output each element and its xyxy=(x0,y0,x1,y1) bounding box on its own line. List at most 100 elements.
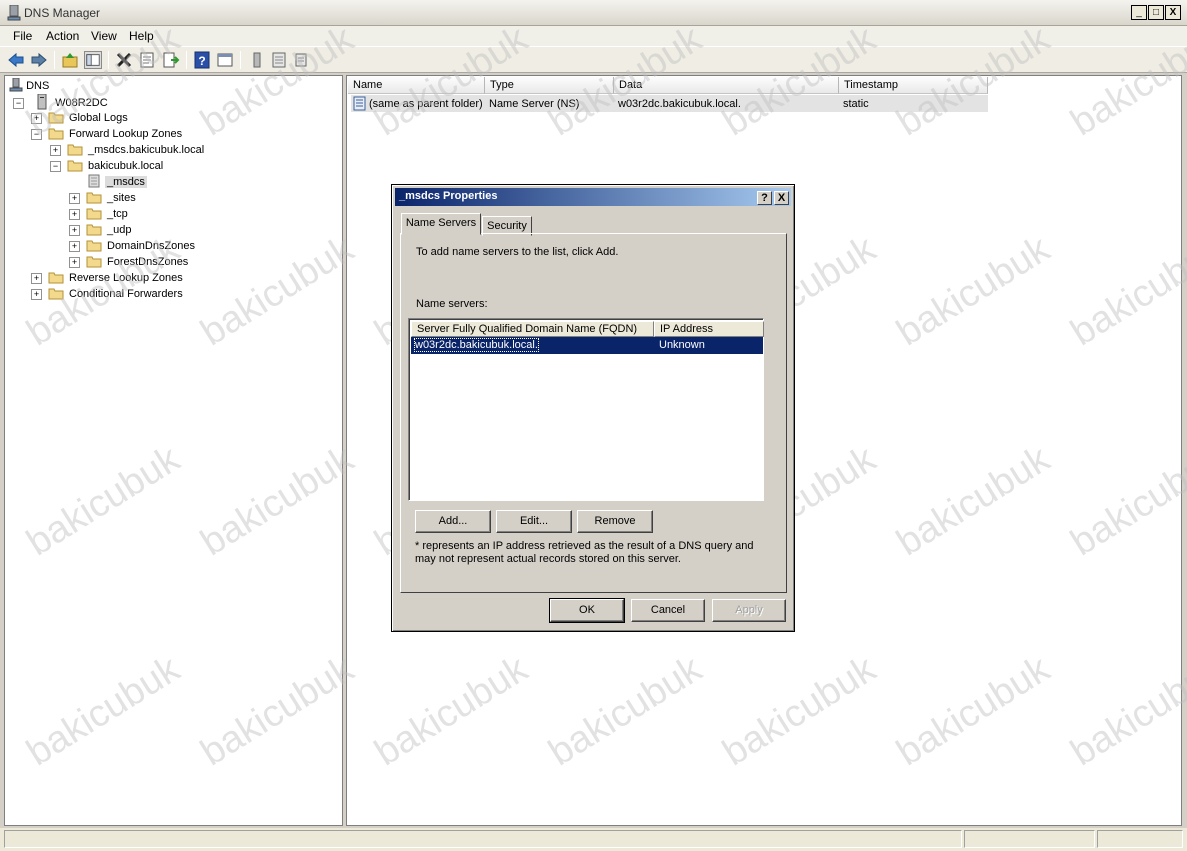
tree-item[interactable]: + _udp xyxy=(69,222,133,238)
up-folder-icon[interactable] xyxy=(61,51,79,69)
tree-item[interactable]: + Global Logs xyxy=(31,110,130,126)
col-timestamp[interactable]: Timestamp xyxy=(839,77,988,94)
folder-icon xyxy=(67,144,83,156)
tree-item[interactable]: + Reverse Lookup Zones xyxy=(31,270,185,286)
record-icon xyxy=(353,96,366,111)
menu-view[interactable]: View xyxy=(91,29,117,43)
dialog-title: _msdcs Properties xyxy=(399,190,498,202)
toolbar-separator xyxy=(240,51,241,69)
expand-icon[interactable]: + xyxy=(69,241,80,252)
expand-icon[interactable]: + xyxy=(69,257,80,268)
col-name[interactable]: Name xyxy=(348,77,485,94)
minimize-button[interactable]: _ xyxy=(1131,5,1147,20)
expand-icon[interactable]: + xyxy=(69,193,80,204)
dialog-close-button[interactable]: X xyxy=(774,191,789,205)
col-data[interactable]: Data xyxy=(614,77,839,94)
name-servers-list[interactable]: Server Fully Qualified Domain Name (FQDN… xyxy=(408,318,764,501)
tree-item-label: Global Logs xyxy=(69,112,128,124)
delete-icon[interactable] xyxy=(115,51,133,69)
tree-server-label: W08R2DC xyxy=(55,97,108,109)
collapse-icon[interactable]: − xyxy=(31,129,42,140)
folder-icon xyxy=(86,240,102,252)
folder-icon xyxy=(86,208,102,220)
name-servers-label: Name servers: xyxy=(416,298,488,310)
properties-dialog[interactable]: _msdcs Properties ? X Name Servers Secur… xyxy=(391,184,795,632)
remove-button[interactable]: Remove xyxy=(577,510,653,533)
cell-data: w03r2dc.bakicubuk.local. xyxy=(618,98,741,110)
folder-icon xyxy=(86,192,102,204)
apply-button[interactable]: Apply xyxy=(712,599,786,622)
close-button[interactable]: X xyxy=(1165,5,1181,20)
collapse-icon[interactable]: − xyxy=(13,98,24,109)
table-row[interactable]: w03r2dc.bakicubuk.local. Unknown xyxy=(411,337,763,354)
maximize-button[interactable]: □ xyxy=(1148,5,1164,20)
tree-root[interactable]: DNS xyxy=(9,77,49,94)
expand-icon[interactable]: + xyxy=(69,225,80,236)
cell-name: (same as parent folder) xyxy=(369,98,483,110)
tree-item[interactable]: + Conditional Forwarders xyxy=(31,286,185,302)
menu-help[interactable]: Help xyxy=(129,29,154,43)
add-button[interactable]: Add... xyxy=(415,510,491,533)
folder-icon xyxy=(86,224,102,236)
tree-item-label: Reverse Lookup Zones xyxy=(69,272,183,284)
tree-item-label: _udp xyxy=(107,224,132,236)
properties-icon[interactable] xyxy=(138,51,156,69)
tree-item-label: Forward Lookup Zones xyxy=(69,128,183,140)
tree-item[interactable]: + _tcp xyxy=(69,206,130,222)
tree-item-label: _tcp xyxy=(107,208,128,220)
expand-icon[interactable]: + xyxy=(31,289,42,300)
menu-file[interactable]: File xyxy=(13,29,32,43)
server-icon xyxy=(37,93,47,110)
tree-item-label: DomainDnsZones xyxy=(107,240,196,252)
zone-icon[interactable] xyxy=(270,51,288,69)
ok-button[interactable]: OK xyxy=(549,598,625,623)
menu-action[interactable]: Action xyxy=(46,29,79,43)
toolbar-separator xyxy=(186,51,187,69)
tree-item-label: _msdcs xyxy=(105,176,147,188)
folder-icon xyxy=(48,112,64,124)
folder-icon xyxy=(48,272,64,284)
export-list-icon[interactable] xyxy=(162,51,180,69)
edit-button[interactable]: Edit... xyxy=(496,510,572,533)
tree-item[interactable]: + DomainDnsZones xyxy=(69,238,197,254)
tree-item[interactable]: _msdcs xyxy=(69,174,147,190)
help-icon[interactable]: ? xyxy=(193,51,211,69)
expand-icon[interactable]: + xyxy=(31,273,42,284)
cell-type: Name Server (NS) xyxy=(489,98,580,110)
show-hide-tree-icon[interactable] xyxy=(84,51,102,69)
col-type[interactable]: Type xyxy=(485,77,614,94)
col-fqdn[interactable]: Server Fully Qualified Domain Name (FQDN… xyxy=(411,321,654,337)
dns-app-icon xyxy=(7,5,21,21)
tree-item[interactable]: + ForestDnsZones xyxy=(69,254,190,270)
status-pane-3 xyxy=(1097,830,1183,848)
cell-ip: Unknown xyxy=(659,339,705,351)
tree-item[interactable]: − bakicubuk.local xyxy=(50,158,165,174)
console-tree[interactable]: DNS − W08R2DC + Global Logs − Forward Looku… xyxy=(4,75,343,826)
tab-name-servers[interactable]: Name Servers xyxy=(401,213,481,235)
dialog-help-button[interactable]: ? xyxy=(757,191,772,205)
status-bar xyxy=(0,828,1187,851)
tree-item[interactable]: − Forward Lookup Zones xyxy=(31,126,184,142)
forward-arrow-icon[interactable] xyxy=(30,51,48,69)
toolbar-separator xyxy=(108,51,109,69)
svg-text:?: ? xyxy=(198,54,205,68)
expand-icon[interactable]: + xyxy=(50,145,61,156)
status-pane-2 xyxy=(964,830,1095,848)
cancel-button[interactable]: Cancel xyxy=(631,599,705,622)
title-bar: DNS Manager _ □ X xyxy=(0,0,1187,26)
record-icon[interactable] xyxy=(292,51,310,69)
console-icon[interactable] xyxy=(216,51,234,69)
dialog-title-bar[interactable]: _msdcs Properties ? X xyxy=(395,188,791,206)
back-arrow-icon[interactable] xyxy=(7,51,25,69)
server-icon[interactable] xyxy=(248,51,266,69)
col-ip-address[interactable]: IP Address xyxy=(654,321,764,337)
cell-timestamp: static xyxy=(843,98,869,110)
tree-item[interactable]: + _msdcs.bakicubuk.local xyxy=(50,142,206,158)
expand-icon[interactable]: + xyxy=(69,209,80,220)
tree-item[interactable]: + _sites xyxy=(69,190,138,206)
folder-icon xyxy=(48,288,64,300)
collapse-icon[interactable]: − xyxy=(50,161,61,172)
tree-server[interactable]: − W08R2DC xyxy=(13,93,108,110)
expand-icon[interactable]: + xyxy=(31,113,42,124)
status-pane-main xyxy=(4,830,962,848)
